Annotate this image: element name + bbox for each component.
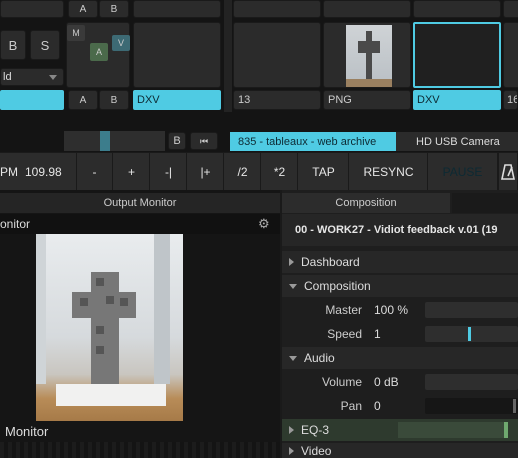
section-composition[interactable]: Composition	[282, 275, 518, 297]
clip-slot[interactable]	[133, 22, 221, 88]
clip-label-13[interactable]: 13	[233, 90, 321, 110]
eq3-indicator	[504, 422, 508, 438]
volume-slider[interactable]	[425, 374, 518, 390]
column-a-button[interactable]: A	[68, 90, 98, 110]
composition-title: 00 - WORK27 - Vidiot feedback v.01 (19	[282, 214, 518, 246]
mask-button[interactable]: M	[67, 25, 85, 41]
double-tempo-button[interactable]: *2	[262, 153, 298, 190]
bpm-label: PM	[0, 164, 18, 179]
pan-row: Pan 0	[282, 395, 518, 417]
bypass-button[interactable]: B	[0, 30, 26, 60]
monitor-preview-image	[36, 234, 183, 421]
tap-button[interactable]: TAP	[299, 153, 349, 190]
tab-composition[interactable]: Composition	[282, 193, 450, 213]
b-button[interactable]: B	[168, 132, 186, 150]
master-label: Master	[325, 303, 362, 317]
divider	[224, 0, 232, 112]
crossfade-v-button[interactable]: V	[112, 35, 130, 51]
section-eq3[interactable]: EQ-3	[282, 419, 518, 441]
clip-label-dxv-selected[interactable]: DXV	[413, 90, 501, 110]
volume-value[interactable]: 0 dB	[374, 375, 399, 389]
collapsed-arrow-icon	[289, 446, 294, 455]
camera-source[interactable]: HD USB Camera	[396, 132, 518, 151]
eq3-bypass-bar[interactable]	[398, 422, 506, 438]
deck-cell[interactable]	[413, 0, 501, 18]
layer-b-button[interactable]: B	[99, 0, 129, 18]
solo-button[interactable]: S	[30, 30, 60, 60]
half-tempo-button[interactable]: /2	[225, 153, 261, 190]
blend-mode-select[interactable]: ld	[0, 68, 64, 86]
pan-label: Pan	[340, 399, 362, 413]
clip-slot-png[interactable]	[323, 22, 411, 88]
volume-label: Volume	[321, 375, 362, 389]
speed-value[interactable]: 1	[374, 327, 381, 341]
gear-icon[interactable]: ⚙	[258, 216, 270, 232]
clip-slot-selected[interactable]	[413, 22, 501, 88]
deck-cell[interactable]	[233, 0, 321, 18]
speed-slider-handle[interactable]	[468, 327, 471, 341]
tab-output-monitor[interactable]: Output Monitor	[0, 193, 280, 213]
monitor-header: onitor ⚙	[0, 214, 280, 234]
clip-slot[interactable]	[503, 22, 518, 88]
deck-cell[interactable]	[0, 0, 64, 18]
pedestal	[56, 384, 166, 406]
deck-cell[interactable]	[133, 0, 221, 18]
section-video-label: Video	[301, 443, 332, 458]
layer-label-bar[interactable]	[0, 90, 64, 110]
section-video[interactable]: Video	[282, 443, 518, 458]
nudge-plus-button[interactable]: |+	[188, 153, 224, 190]
section-audio-label: Audio	[304, 351, 335, 365]
pause-button[interactable]: PAUSE	[428, 153, 498, 190]
clip-label-png[interactable]: PNG	[323, 90, 411, 110]
section-audio[interactable]: Audio	[282, 347, 518, 369]
clip-thumbnail	[346, 25, 392, 87]
scrub-handle[interactable]	[100, 131, 110, 151]
speed-row: Speed 1	[282, 323, 518, 345]
clip-label-dxv[interactable]: DXV	[133, 90, 221, 110]
crossfade-a-button[interactable]: A	[90, 43, 108, 61]
speed-label: Speed	[327, 327, 362, 341]
deck-cell[interactable]	[323, 0, 411, 18]
composition-panel: Composition 00 - WORK27 - Vidiot feedbac…	[282, 190, 518, 458]
expanded-arrow-icon	[289, 283, 297, 289]
collapsed-arrow-icon	[289, 258, 294, 266]
bpm-display[interactable]: PM 109.98	[0, 153, 75, 190]
pan-value[interactable]: 0	[374, 399, 381, 413]
tempo-plus-button[interactable]: +	[114, 153, 150, 190]
bpm-value[interactable]: 109.98	[25, 165, 62, 179]
clip-grid: A B B S ld M A V A B DXV 13 PNG DXV 16	[0, 0, 518, 112]
section-composition-label: Composition	[304, 279, 371, 293]
output-monitor-panel: Output Monitor onitor ⚙ Monitor	[0, 190, 280, 458]
monitor-title: onitor	[0, 217, 31, 231]
active-clip-name[interactable]: 835 - tableaux - web archive	[230, 132, 396, 151]
master-row: Master 100 %	[282, 299, 518, 321]
metronome-icon[interactable]	[498, 153, 518, 190]
skip-to-start-icon[interactable]: ⏮	[190, 132, 218, 150]
clip-slot[interactable]	[233, 22, 321, 88]
nudge-minus-button[interactable]: -|	[151, 153, 187, 190]
volume-row: Volume 0 dB	[282, 371, 518, 393]
expanded-arrow-icon	[289, 355, 297, 361]
section-dashboard-label: Dashboard	[301, 255, 360, 269]
master-slider[interactable]	[425, 302, 518, 318]
section-dashboard[interactable]: Dashboard	[282, 251, 518, 273]
layer-a-button[interactable]: A	[68, 0, 98, 18]
collapsed-arrow-icon	[289, 426, 294, 434]
monitor-footer-pattern	[0, 442, 280, 458]
monitor-footer-label: Monitor	[5, 424, 49, 439]
column-b-button[interactable]: B	[99, 90, 129, 110]
resync-button[interactable]: RESYNC	[350, 153, 428, 190]
pan-slider[interactable]	[425, 398, 518, 414]
chevron-down-icon	[49, 74, 57, 80]
blend-mode-value: ld	[3, 71, 12, 83]
deck-cell[interactable]	[503, 0, 518, 18]
pan-slider-handle[interactable]	[513, 399, 516, 413]
master-value[interactable]: 100 %	[374, 303, 408, 317]
section-eq3-label: EQ-3	[301, 423, 330, 437]
tempo-toolbar: PM 109.98 - + -| |+ /2 *2 TAP RESYNC PAU…	[0, 153, 518, 190]
tempo-minus-button[interactable]: -	[76, 153, 113, 190]
speed-slider[interactable]	[425, 326, 518, 342]
scrub-bar[interactable]	[64, 131, 165, 151]
clip-label-16[interactable]: 16	[503, 90, 518, 110]
